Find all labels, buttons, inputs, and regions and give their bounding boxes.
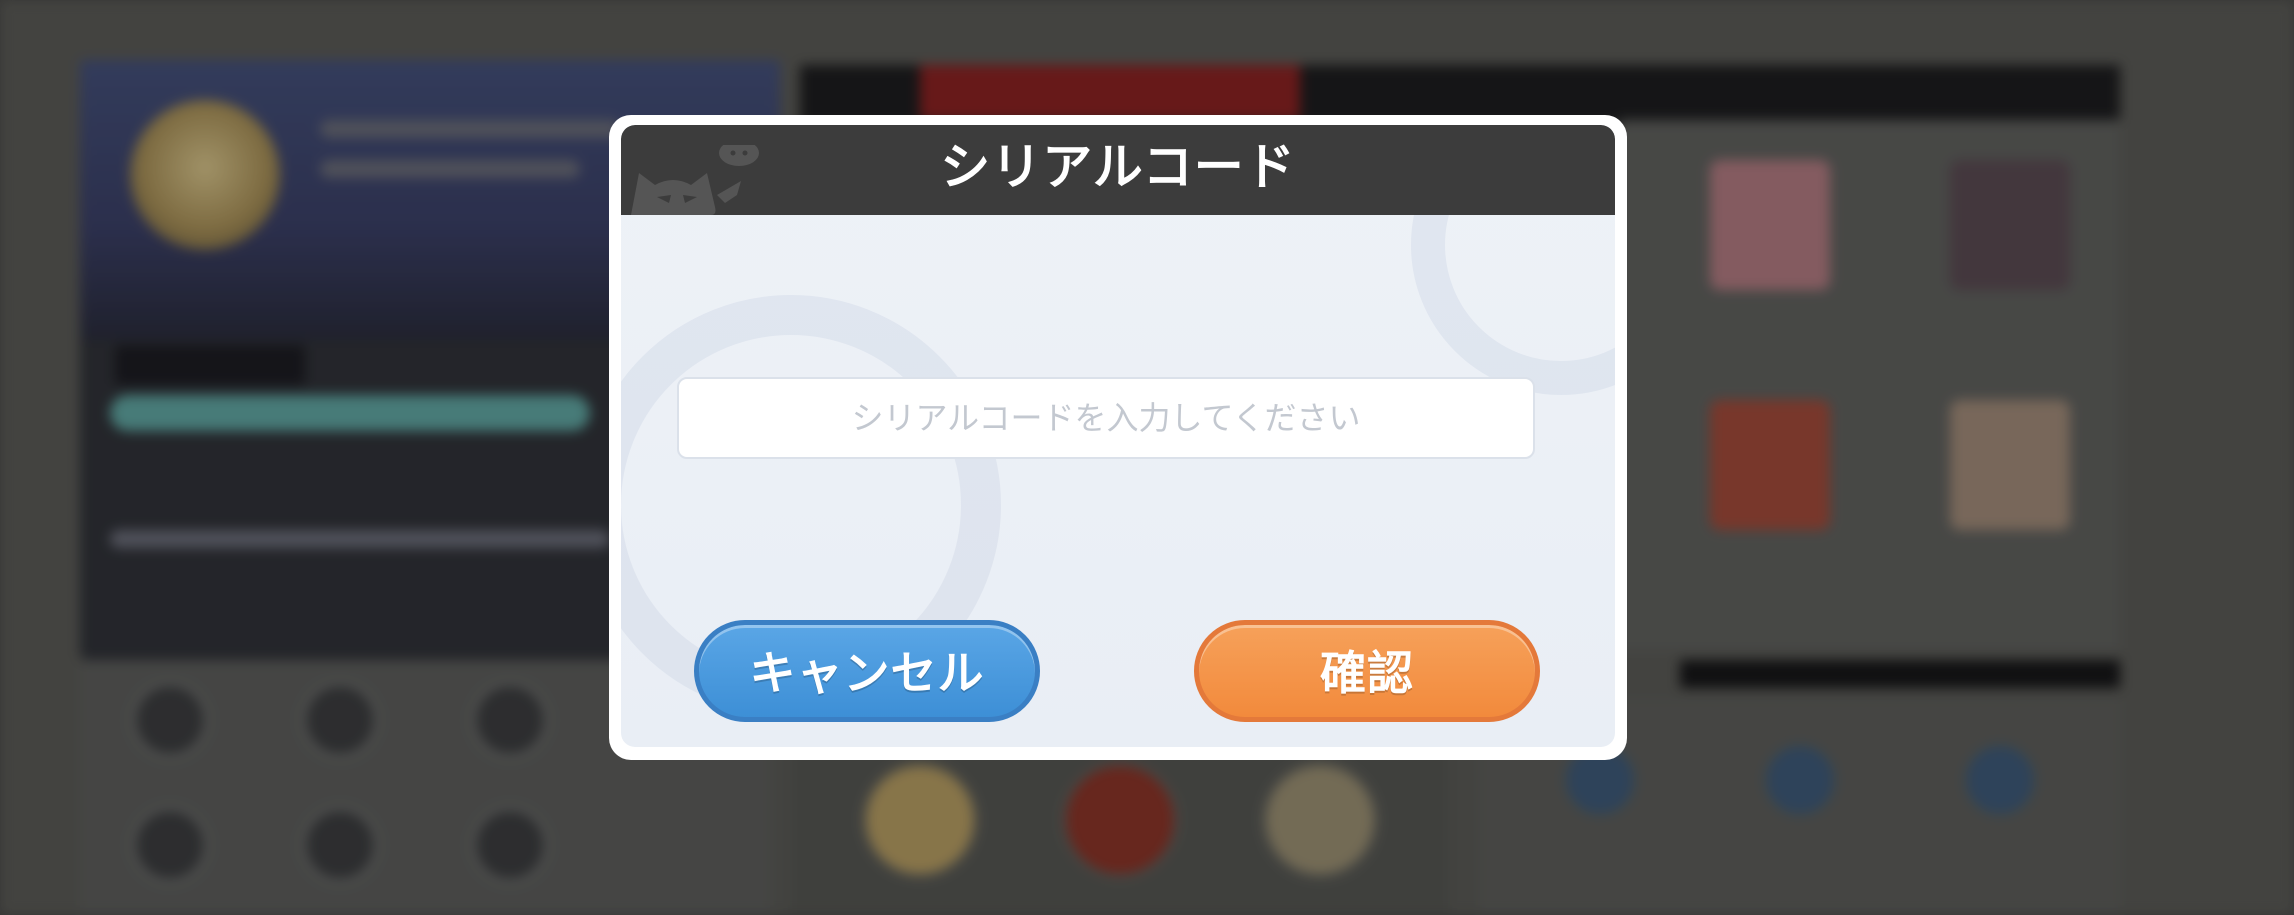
confirm-button[interactable]: 確認 — [1194, 620, 1540, 722]
serial-code-input[interactable] — [677, 377, 1535, 459]
cancel-button[interactable]: キャンセル — [694, 620, 1040, 722]
dialog-title: シリアルコード — [940, 138, 1296, 196]
dialog-header: シリアルコード — [621, 125, 1615, 215]
